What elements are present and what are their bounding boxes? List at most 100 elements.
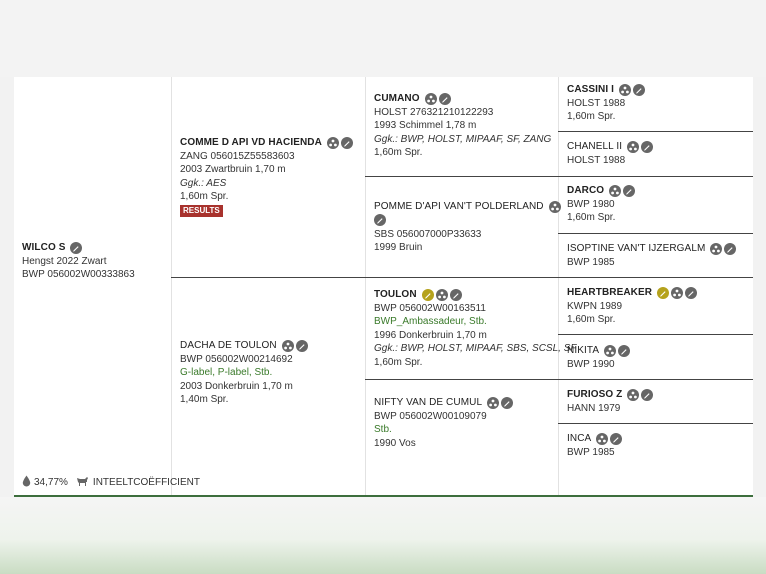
pencil-icon[interactable] [641,140,654,153]
horse-level: 1,40m Spr. [180,394,229,405]
horse-info: 2003 Donkerbruin 1,70 m [180,380,293,392]
pencil-icon[interactable] [340,136,353,149]
horse-registration: BWP 056002W00163511 [374,302,486,314]
results-badge[interactable]: RESULTS [180,204,223,217]
horse-labels: Stb. [374,424,392,435]
dam-sire-horse: TOULON BWP 056002W00163511 BWP_Ambassade… [374,288,576,369]
horse-name[interactable]: INCA [567,432,591,446]
pedigree-icon[interactable] [548,200,561,213]
horse-labels: BWP_Ambassadeur, Stb. [374,316,487,327]
pencil-icon[interactable] [438,92,451,105]
horse-icon [76,476,89,490]
pedigree-icon[interactable] [627,388,640,401]
pedigree-icon[interactable] [487,396,500,409]
pencil-icon[interactable] [610,432,623,445]
great-grandparent-horse: CASSINI I HOLST 1988 1,60m Spr. [567,83,646,124]
inbreeding-value: 34,77% [34,477,68,488]
great-grandparent-horse: NIKITA BWP 1990 [567,344,631,371]
inbreeding-summary: 34,77% INTEELTCOËFFICIENT [22,475,200,490]
horse-level: 1,60m Spr. [567,111,616,122]
great-grandparent-horse: DARCO BWP 1980 1,60m Spr. [567,184,636,225]
horse-level: 1,60m Spr. [180,191,229,202]
horse-info: 1996 Donkerbruin 1,70 m [374,329,487,341]
pedigree-icon[interactable] [326,136,339,149]
pencil-icon[interactable] [618,344,631,357]
generation-divider [558,423,753,424]
pencil-icon[interactable] [724,242,737,255]
pedigree-icon[interactable] [596,432,609,445]
sire-sire-horse: CUMANO HOLST 276321210122293 1993 Schimm… [374,92,551,160]
horse-name[interactable]: HEARTBREAKER [567,286,652,300]
great-grandparent-horse: CHANELL II HOLST 1988 [567,140,654,167]
great-grandparent-horse: HEARTBREAKER KWPN 1989 1,60m Spr. [567,286,698,327]
pencil-icon[interactable] [633,83,646,96]
pencil-icon[interactable] [70,241,83,254]
horse-info: 1999 Bruin [374,242,423,253]
horse-level: 1,60m Spr. [567,212,616,223]
horse-name[interactable]: NIKITA [567,344,599,358]
horse-info: BWP 1985 [567,256,615,268]
pedigree-icon[interactable] [671,286,684,299]
horse-name[interactable]: COMME D API VD HACIENDA [180,136,322,150]
generation-divider [558,131,753,132]
pedigree-icon[interactable] [424,92,437,105]
horse-name[interactable]: CHANELL II [567,140,622,154]
pencil-icon[interactable] [623,184,636,197]
horse-name[interactable]: WILCO S [22,241,65,255]
gold-pencil-icon[interactable] [421,288,434,301]
horse-info: BWP 1985 [567,446,615,458]
drop-icon [22,475,31,490]
column-divider [558,77,559,495]
horse-info: 2003 Zwartbruin 1,70 m [180,164,286,175]
pencil-icon[interactable] [374,213,386,226]
pencil-icon[interactable] [685,286,698,299]
generation-divider [558,334,753,335]
horse-info: 1993 Schimmel 1,78 m [374,120,477,131]
horse-level: 1,60m Spr. [567,314,616,325]
generation-divider [365,176,753,177]
sire-horse: COMME D API VD HACIENDA ZANG 056015Z5558… [180,136,353,217]
pedigree-icon[interactable] [604,344,617,357]
horse-registration: ZANG 056015Z55583603 [180,150,295,162]
horse-info: 1990 Vos [374,437,416,449]
horse-approvals: Ggk.: BWP, HOLST, MIPAAF, SF, ZANG [374,133,552,145]
horse-registration: BWP 056002W00333863 [22,269,135,280]
horse-approvals: Ggk.: BWP, HOLST, MIPAAF, SBS, SCSL, SF [374,343,577,354]
pedigree-icon[interactable] [609,184,622,197]
horse-name[interactable]: POMME D'API VAN'T POLDERLAND [374,200,544,214]
pencil-icon[interactable] [449,288,462,301]
horse-name[interactable]: DACHA DE TOULON [180,339,277,353]
horse-name[interactable]: CUMANO [374,92,420,106]
pedigree-icon[interactable] [710,242,723,255]
top-band [0,0,766,77]
column-divider [171,77,172,495]
pedigree-icon[interactable] [627,140,640,153]
horse-info: Hengst 2022 Zwart [22,255,107,267]
horse-name[interactable]: TOULON [374,288,417,302]
horse-registration: BWP 056002W00109079 [374,410,487,422]
pedigree-icon[interactable] [281,339,294,352]
bottom-band [0,497,766,574]
pencil-icon[interactable] [501,396,514,409]
pencil-icon[interactable] [295,339,308,352]
horse-name[interactable]: CASSINI I [567,83,614,97]
generation-divider [171,277,753,278]
dam-dam-horse: NIFTY VAN DE CUMUL BWP 056002W00109079 S… [374,396,514,450]
pedigree-icon[interactable] [619,83,632,96]
horse-name[interactable]: FURIOSO Z [567,388,622,402]
horse-name[interactable]: DARCO [567,184,604,198]
horse-level: 1,60m Spr. [374,147,423,158]
horse-info: BWP 1980 [567,198,615,210]
sire-dam-horse: POMME D'API VAN'T POLDERLAND SBS 0560070… [374,200,561,255]
gold-pencil-icon[interactable] [657,286,670,299]
dam-horse: DACHA DE TOULON BWP 056002W00214692 G-la… [180,339,308,407]
subject-horse: WILCO S Hengst 2022 Zwart BWP 056002W003… [22,241,135,282]
pedigree-icon[interactable] [435,288,448,301]
great-grandparent-horse: INCA BWP 1985 [567,432,623,459]
horse-name[interactable]: NIFTY VAN DE CUMUL [374,396,482,410]
horse-info: HANN 1979 [567,402,621,414]
horse-labels: G-label, P-label, Stb. [180,367,273,378]
pencil-icon[interactable] [641,388,654,401]
inbreeding-label[interactable]: INTEELTCOËFFICIENT [93,477,200,488]
horse-name[interactable]: ISOPTINE VAN'T IJZERGALM [567,242,705,256]
